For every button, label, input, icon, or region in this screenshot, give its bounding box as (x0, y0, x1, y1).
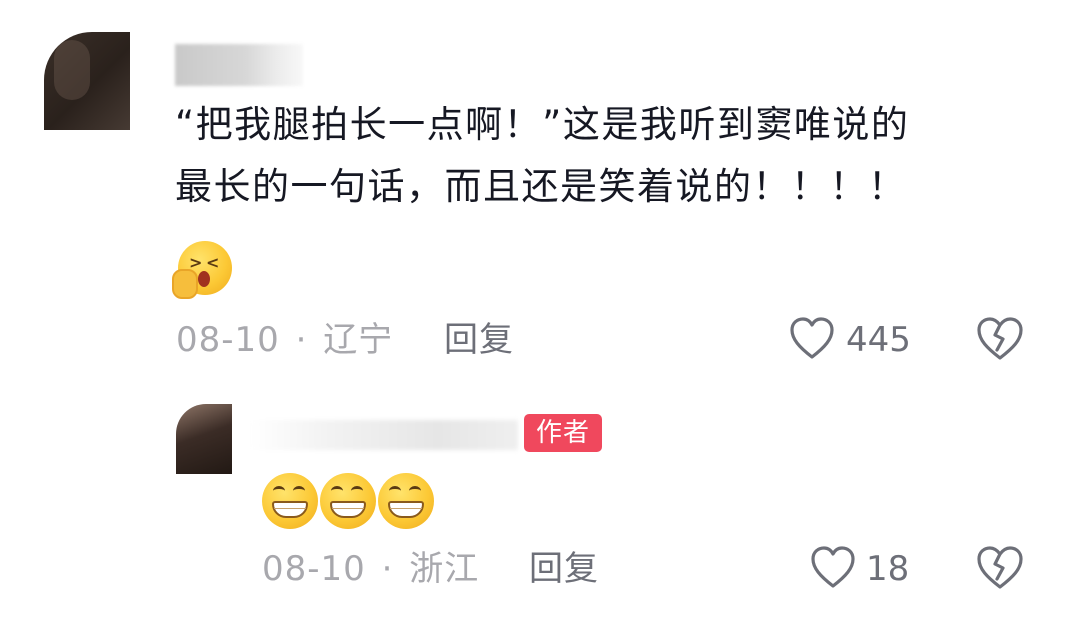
comment-body: “把我腿拍长一点啊！”这是我听到窦唯说的 最长的一句话，而且还是笑着说的！！！！ (175, 94, 1055, 218)
emoji-eye-left (273, 486, 285, 496)
broken-heart-icon[interactable] (976, 546, 1024, 590)
shocked-emoji-icon: > < (172, 241, 232, 299)
emoji-eye-right (351, 486, 363, 496)
like-count: 445 (846, 320, 911, 360)
comment-meta: 08-10 · 辽宁 (176, 320, 393, 360)
emoji-eye-right (409, 486, 421, 496)
grin-emoji-icon (320, 473, 376, 529)
emoji-mouth (198, 271, 210, 287)
grin-emoji-icon (378, 473, 434, 529)
reply-button[interactable]: 回复 (529, 549, 599, 589)
reply-button[interactable]: 回复 (444, 320, 514, 360)
heart-outline-icon[interactable] (810, 546, 856, 590)
emoji-hand (172, 269, 198, 299)
reply-location: 浙江 (409, 549, 480, 589)
emoji-teeth (388, 501, 424, 518)
broken-heart-icon[interactable] (976, 317, 1024, 361)
meta-separator: · (381, 549, 394, 589)
emoji-eye-right: < (206, 253, 220, 272)
comment-date: 08-10 (176, 320, 280, 360)
author-name-blurred[interactable] (250, 420, 518, 450)
emoji-eye-left (389, 486, 401, 496)
reply-meta: 08-10 · 浙江 (262, 549, 479, 589)
comment-location: 辽宁 (323, 320, 394, 360)
comment-line-2: 最长的一句话，而且还是笑着说的！！！！ (175, 165, 907, 208)
meta-separator: · (295, 320, 308, 360)
emoji-eye-right (293, 486, 305, 496)
emoji-teeth (272, 501, 308, 518)
emoji-eye-left (331, 486, 343, 496)
commenter-avatar[interactable] (44, 32, 130, 130)
comment-line-1: “把我腿拍长一点啊！”这是我听到窦唯说的 (175, 103, 910, 146)
author-avatar[interactable] (176, 404, 232, 474)
heart-outline-icon[interactable] (789, 317, 835, 361)
emoji-teeth (330, 501, 366, 518)
author-badge: 作者 (524, 414, 603, 452)
like-count: 18 (866, 549, 910, 589)
commenter-name-blurred[interactable] (175, 44, 303, 86)
reply-date: 08-10 (262, 549, 366, 589)
grin-emoji-icon (262, 473, 318, 529)
